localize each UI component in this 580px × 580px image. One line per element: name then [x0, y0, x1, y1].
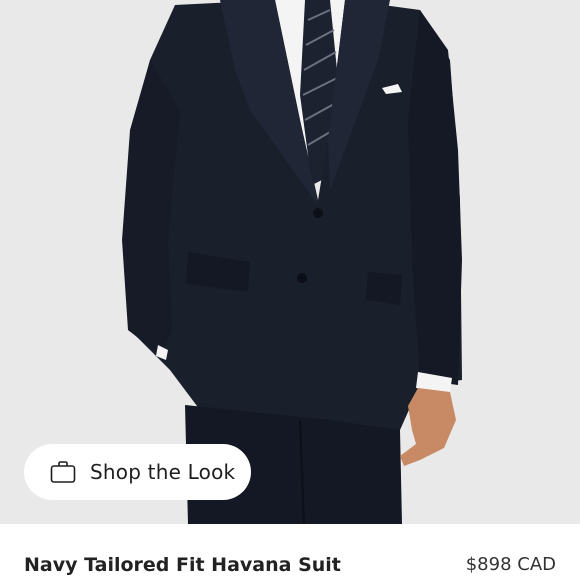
shopping-bag-icon	[50, 460, 76, 484]
shop-the-look-label: Shop the Look	[90, 460, 236, 484]
product-info-row: Navy Tailored Fit Havana Suit $898 CAD	[0, 524, 580, 580]
product-name[interactable]: Navy Tailored Fit Havana Suit	[24, 554, 341, 576]
product-price: $898 CAD	[465, 554, 556, 575]
shop-the-look-button[interactable]: Shop the Look	[24, 444, 251, 500]
